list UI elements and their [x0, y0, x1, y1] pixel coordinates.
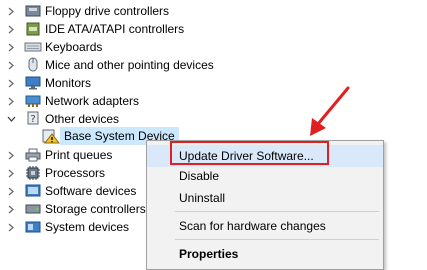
annotation-arrow-icon — [310, 86, 350, 136]
